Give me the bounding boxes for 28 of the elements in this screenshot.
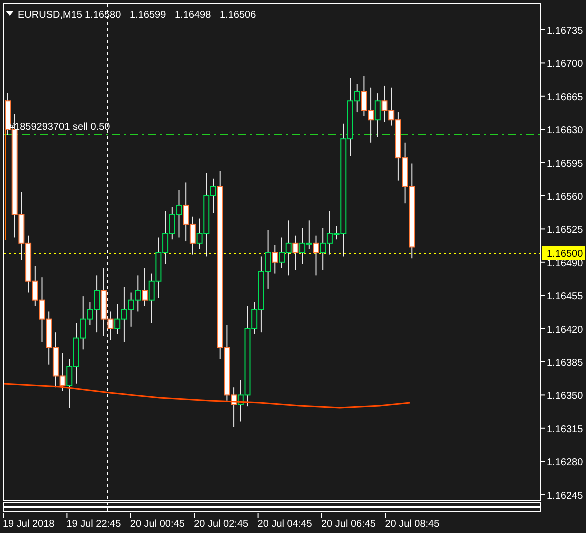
price-label: 1.16525 <box>547 225 584 236</box>
price-label: 1.16280 <box>547 458 584 469</box>
price-label: 1.16700 <box>547 59 584 70</box>
symbol-label: EURUSD,M15 <box>18 10 82 21</box>
quote-value: 1.16580 <box>85 10 122 21</box>
price-label: 1.16455 <box>547 292 584 303</box>
price-label: 1.16595 <box>547 158 584 170</box>
price-label: 1.16245 <box>547 490 584 502</box>
time-label: 20 Jul 02:45 <box>194 519 249 530</box>
price-label: 1.16315 <box>547 424 584 436</box>
price-label: 1.16560 <box>547 192 584 203</box>
quote-value: 1.16498 <box>175 10 212 21</box>
price-label: 1.16630 <box>547 126 584 137</box>
time-label: 19 Jul 2018 <box>3 519 55 530</box>
time-label: 19 Jul 22:45 <box>66 519 122 530</box>
time-label: 20 Jul 00:45 <box>130 519 185 530</box>
price-label: 1.16665 <box>547 92 584 104</box>
time-label: 20 Jul 04:45 <box>258 519 312 530</box>
quote-value: 1.16506 <box>220 10 256 21</box>
quote-value: 1.16599 <box>130 10 166 21</box>
price-label: 1.16735 <box>547 26 584 37</box>
price-label: 1.16350 <box>547 391 584 402</box>
dropdown-icon[interactable] <box>6 11 14 16</box>
price-label: 1.16420 <box>547 324 584 336</box>
time-label: 20 Jul 06:45 <box>322 519 376 530</box>
price-label: 1.16385 <box>547 358 584 369</box>
current-price-label: 1.16500 <box>542 246 585 260</box>
time-label: 20 Jul 08:45 <box>385 519 440 530</box>
